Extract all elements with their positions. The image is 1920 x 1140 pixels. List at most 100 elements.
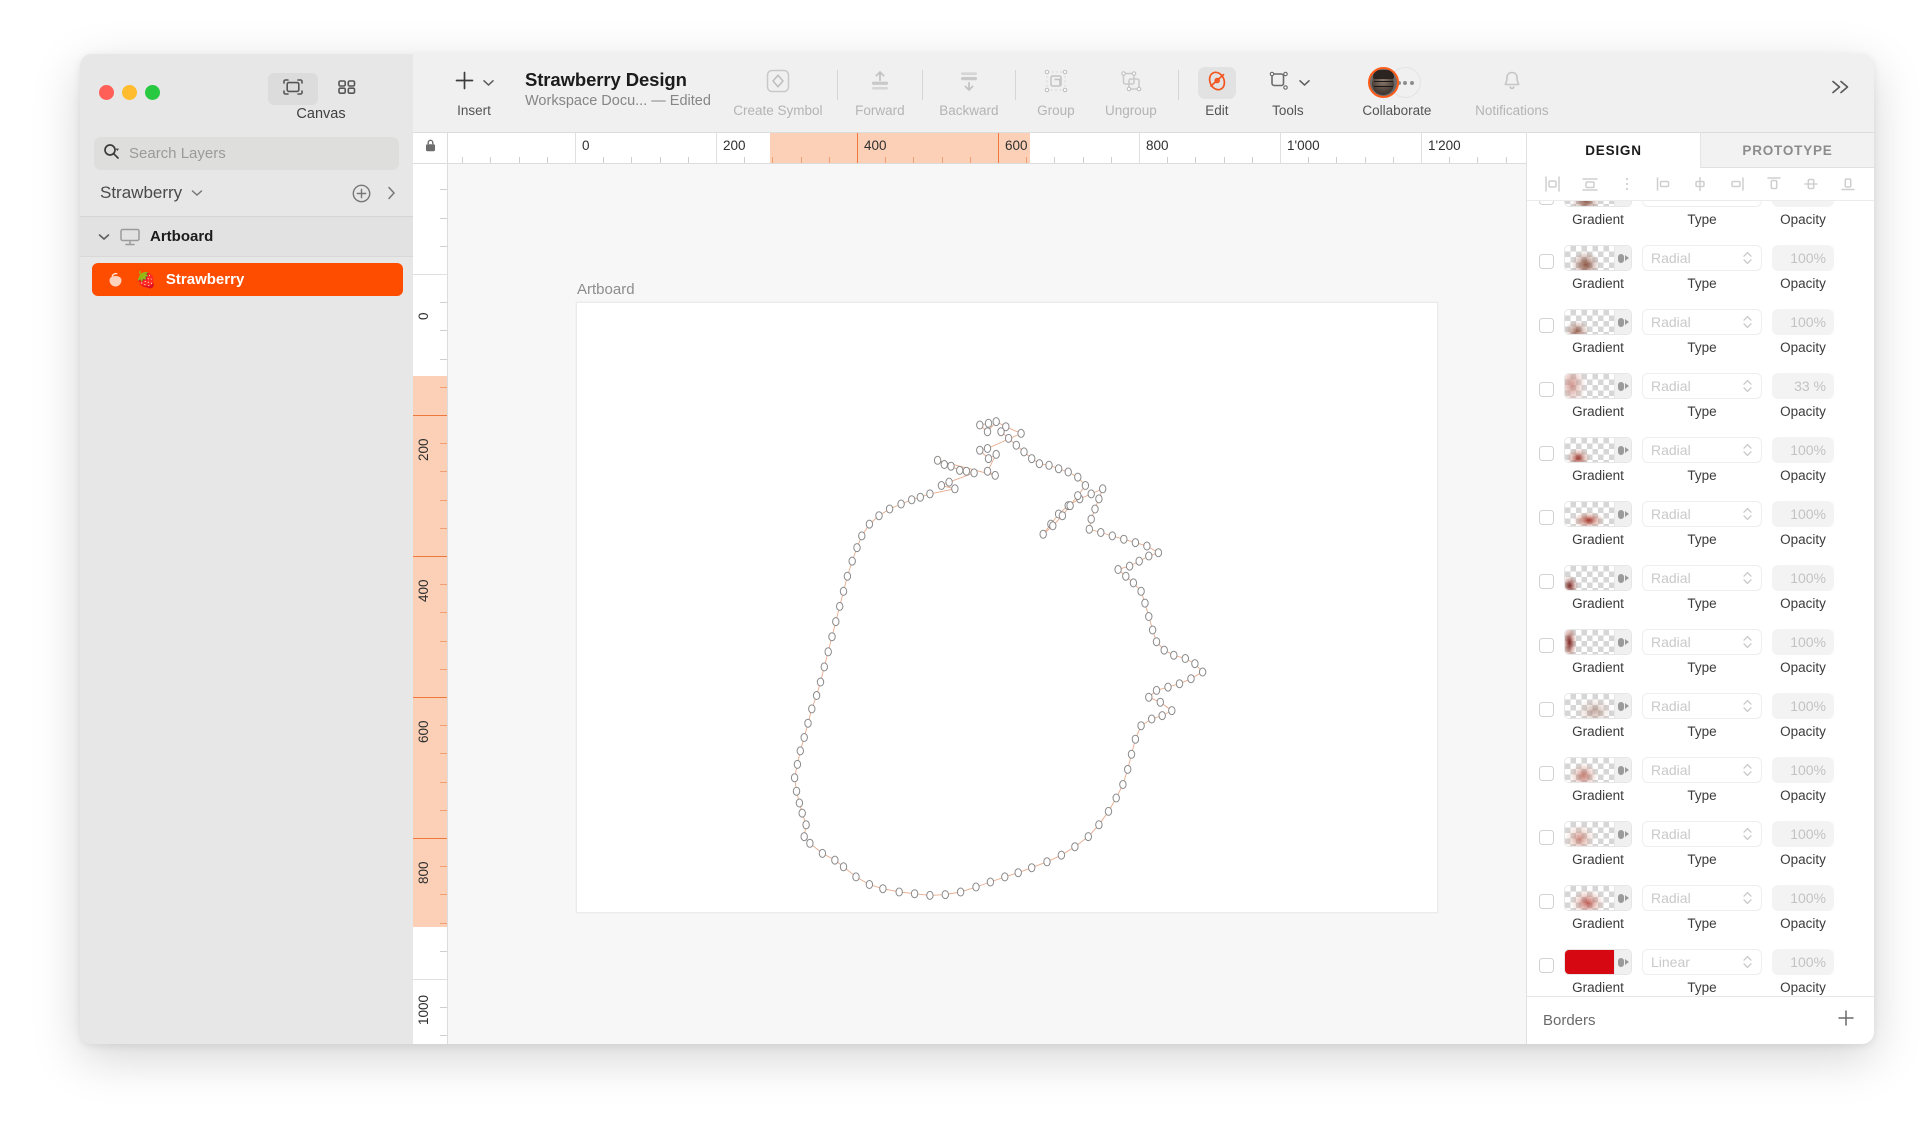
- align-middle-icon[interactable]: [1688, 173, 1712, 195]
- toolbar-ungroup-button[interactable]: Ungroup: [1090, 68, 1172, 118]
- fill-opacity-input[interactable]: 100%: [1772, 949, 1834, 975]
- chevron-down-icon[interactable]: [191, 189, 203, 197]
- gradient-picker-button[interactable]: [1614, 502, 1631, 526]
- sidebar-item-artboard[interactable]: Artboard: [80, 217, 413, 257]
- vector-anchor-point[interactable]: [937, 481, 946, 490]
- gradient-picker-button[interactable]: [1614, 758, 1631, 782]
- vector-anchor-point[interactable]: [926, 489, 934, 499]
- distribute-horizontal-icon[interactable]: [1615, 173, 1639, 195]
- tab-prototype[interactable]: PROTOTYPE: [1700, 133, 1874, 168]
- fill-opacity-input[interactable]: 100%: [1772, 501, 1834, 527]
- fill-enabled-checkbox[interactable]: [1539, 254, 1554, 269]
- vector-anchor-point[interactable]: [997, 427, 1005, 437]
- vector-anchor-point[interactable]: [1095, 494, 1103, 504]
- vector-anchor-point[interactable]: [1131, 538, 1140, 548]
- vector-anchor-point[interactable]: [962, 466, 971, 476]
- toolbar-forward-button[interactable]: Forward: [844, 68, 916, 118]
- vector-anchor-point[interactable]: [1191, 659, 1199, 669]
- gradient-swatch[interactable]: [1564, 629, 1632, 655]
- fill-enabled-checkbox[interactable]: [1539, 446, 1554, 461]
- vector-anchor-point[interactable]: [1074, 491, 1082, 501]
- vector-anchor-point[interactable]: [1114, 565, 1122, 574]
- gradient-picker-button[interactable]: [1614, 566, 1631, 590]
- stepper-icon[interactable]: [1742, 250, 1753, 266]
- vector-anchor-point[interactable]: [1145, 551, 1153, 561]
- gradient-picker-button[interactable]: [1614, 246, 1631, 270]
- vector-anchor-point[interactable]: [812, 691, 821, 700]
- vector-anchor-point[interactable]: [1170, 650, 1178, 660]
- vector-anchor-point[interactable]: [1181, 654, 1189, 663]
- vector-anchor-point[interactable]: [1012, 440, 1020, 450]
- toolbar-group-button[interactable]: Group: [1022, 68, 1090, 118]
- vector-anchor-point[interactable]: [858, 531, 866, 541]
- stepper-icon[interactable]: [1742, 698, 1753, 714]
- gradient-swatch[interactable]: [1564, 373, 1632, 399]
- vector-anchor-point[interactable]: [941, 890, 949, 900]
- vector-anchor-point[interactable]: [875, 511, 883, 521]
- vector-anchor-point[interactable]: [795, 798, 804, 808]
- fill-enabled-checkbox[interactable]: [1539, 702, 1554, 717]
- vector-anchor-point[interactable]: [1085, 524, 1093, 534]
- gradient-type-select[interactable]: Radial: [1642, 373, 1762, 399]
- vector-anchor-point[interactable]: [1108, 531, 1116, 541]
- vector-anchor-point[interactable]: [976, 445, 984, 455]
- vector-anchor-point[interactable]: [1001, 872, 1009, 882]
- stepper-icon[interactable]: [1742, 506, 1753, 522]
- gradient-type-select[interactable]: Radial: [1642, 501, 1762, 527]
- stepper-icon[interactable]: [1742, 442, 1753, 458]
- vector-anchor-point[interactable]: [947, 461, 955, 471]
- align-center-horizontal-icon[interactable]: [1578, 173, 1602, 195]
- vector-anchor-point[interactable]: [1168, 706, 1176, 716]
- plus-circle-icon[interactable]: [351, 183, 372, 204]
- vector-anchor-point[interactable]: [970, 468, 978, 478]
- vector-anchor-point[interactable]: [1112, 793, 1120, 803]
- vector-anchor-point[interactable]: [992, 417, 1000, 427]
- gradient-picker-button[interactable]: [1614, 822, 1631, 846]
- align-edge-right-icon[interactable]: [1725, 173, 1749, 195]
- gradient-picker-button[interactable]: [1614, 694, 1631, 718]
- gradient-swatch[interactable]: [1564, 501, 1632, 527]
- vector-anchor-point[interactable]: [926, 890, 934, 900]
- vector-anchor-point[interactable]: [1124, 764, 1132, 774]
- vector-anchor-point[interactable]: [1120, 534, 1128, 544]
- vector-anchor-point[interactable]: [1017, 428, 1025, 438]
- sidebar-item-strawberry[interactable]: 🍓 Strawberry: [92, 263, 403, 296]
- gradient-swatch[interactable]: [1564, 949, 1632, 975]
- chevron-double-right-icon[interactable]: [1828, 76, 1854, 102]
- vector-anchor-point[interactable]: [828, 632, 836, 642]
- vector-anchor-point[interactable]: [1122, 571, 1130, 581]
- vector-anchor-point[interactable]: [843, 571, 852, 581]
- fill-enabled-checkbox[interactable]: [1539, 638, 1554, 653]
- gradient-swatch[interactable]: [1564, 885, 1632, 911]
- vector-anchor-point[interactable]: [1143, 541, 1151, 551]
- vector-anchor-point[interactable]: [945, 477, 953, 487]
- toolbar-create-symbol-button[interactable]: Create Symbol: [725, 68, 831, 118]
- vector-anchor-point[interactable]: [1187, 674, 1195, 684]
- fill-opacity-input[interactable]: 100%: [1772, 565, 1834, 591]
- fill-enabled-checkbox[interactable]: [1539, 510, 1554, 525]
- gradient-type-select[interactable]: Radial: [1642, 693, 1762, 719]
- fill-opacity-input[interactable]: 100%: [1772, 245, 1834, 271]
- vector-anchor-point[interactable]: [1074, 472, 1082, 482]
- gradient-type-select[interactable]: Radial: [1642, 309, 1762, 335]
- vector-anchor-point[interactable]: [820, 662, 829, 672]
- stepper-icon[interactable]: [1742, 570, 1753, 586]
- vector-anchor-point[interactable]: [910, 889, 919, 899]
- vector-anchor-point[interactable]: [897, 499, 905, 509]
- vector-anchor-point[interactable]: [1014, 868, 1022, 878]
- vector-anchor-point[interactable]: [796, 746, 805, 756]
- vector-anchor-point[interactable]: [984, 454, 993, 464]
- vector-anchor-point[interactable]: [956, 465, 964, 475]
- vector-anchor-point[interactable]: [1154, 548, 1163, 558]
- vector-anchor-point[interactable]: [839, 862, 848, 872]
- vector-anchor-point[interactable]: [976, 420, 984, 430]
- vector-anchor-point[interactable]: [848, 556, 856, 566]
- vector-anchor-point[interactable]: [983, 466, 992, 476]
- vector-anchor-point[interactable]: [908, 495, 916, 505]
- canvas-view-button[interactable]: [268, 73, 318, 105]
- vector-anchor-point[interactable]: [940, 460, 948, 469]
- vector-anchor-point[interactable]: [1064, 467, 1072, 477]
- vector-anchor-point[interactable]: [1039, 529, 1047, 539]
- gradient-type-select[interactable]: Radial: [1642, 437, 1762, 463]
- vector-anchor-point[interactable]: [1164, 682, 1172, 692]
